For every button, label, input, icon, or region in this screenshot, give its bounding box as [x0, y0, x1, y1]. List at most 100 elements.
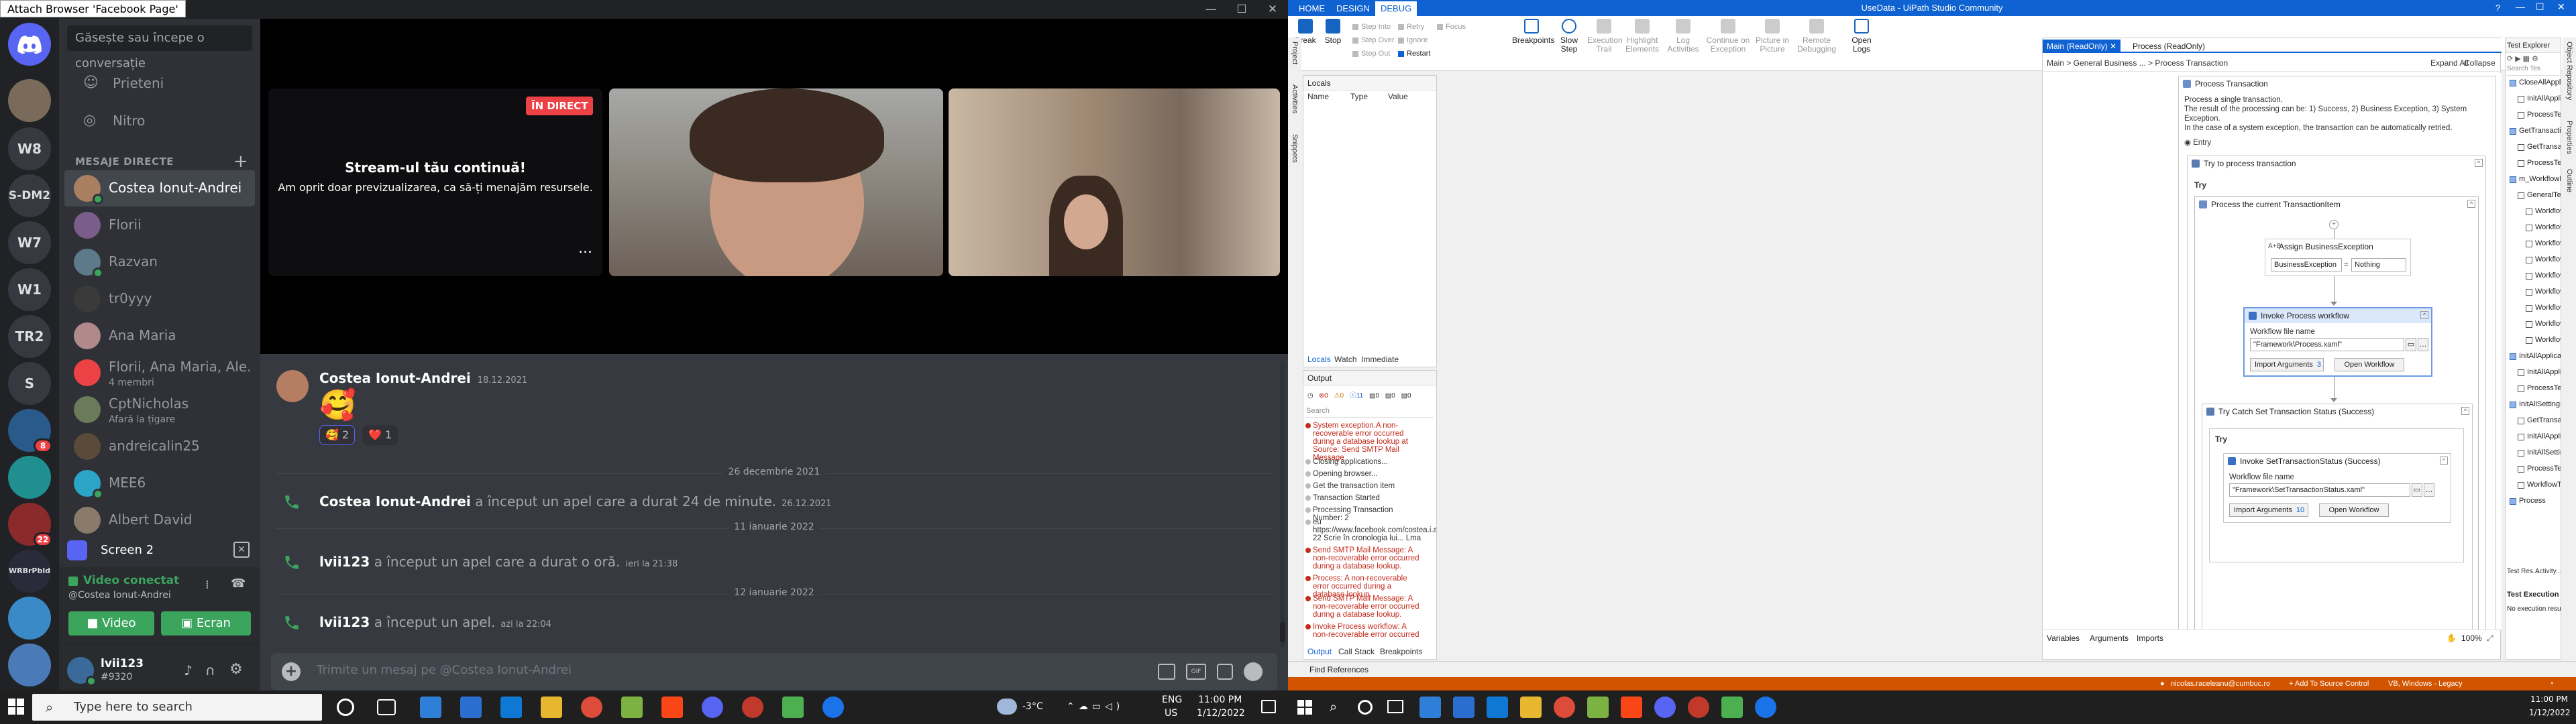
status-environment[interactable]: VB, Windows - Legacy: [2388, 677, 2463, 690]
server-avatar[interactable]: [8, 644, 51, 686]
server-avatar[interactable]: [8, 456, 51, 499]
create-dm-icon[interactable]: +: [233, 152, 248, 172]
activity-process-current-item[interactable]: Process the current TransactionItem ^ + …: [2194, 196, 2479, 629]
log-entry[interactable]: Send SMTP Mail Message: A non-recoverabl…: [1305, 595, 1423, 619]
server-wrbrpbld[interactable]: WRBrPbld: [8, 550, 51, 593]
test-case[interactable]: WorkflowFile: [2524, 272, 2561, 280]
add-source-control[interactable]: + Add To Source Control: [2289, 677, 2369, 690]
outline-side-tab[interactable]: Outline: [2565, 169, 2573, 192]
activities-side-tab[interactable]: Activities: [1291, 84, 1299, 113]
close-tab-icon[interactable]: ✕: [2110, 42, 2116, 51]
test-case[interactable]: InitAllApplications: [2516, 368, 2561, 376]
activity-invoke-set-status[interactable]: Invoke SetTransactionStatus (Success) ^ …: [2223, 453, 2451, 523]
log-entry[interactable]: Send SMTP Mail Message: A non-recoverabl…: [1305, 546, 1423, 570]
help-icon[interactable]: ?: [2496, 3, 2500, 13]
activity-try-catch[interactable]: Try to process transaction ^ Try Process…: [2187, 156, 2486, 629]
locals-col-name[interactable]: Name: [1307, 92, 1329, 101]
restart-button[interactable]: Restart: [1398, 50, 1430, 58]
avatar[interactable]: [276, 370, 309, 402]
fatal-filter[interactable]: ▤0: [1401, 392, 1411, 400]
noise-suppression-icon[interactable]: ⁞: [205, 578, 209, 592]
test-case[interactable]: WorkflowFile: [2524, 223, 2561, 231]
cortana-icon[interactable]: [1358, 700, 1373, 715]
webcam-tile-1[interactable]: [609, 88, 943, 276]
message-input[interactable]: Trimite un mesaj pe @Costea Ionut-Andrei: [317, 663, 572, 677]
collapse-icon[interactable]: ^: [2461, 407, 2469, 415]
stop-stream-icon[interactable]: ✕: [233, 542, 250, 558]
more-options-button[interactable]: …: [2418, 338, 2428, 351]
server-avatar[interactable]: [8, 597, 51, 640]
snippets-side-tab[interactable]: Snippets: [1291, 134, 1299, 163]
status-user[interactable]: nicolas.raceleanu@cumbuc.ro: [2171, 677, 2270, 690]
store-icon[interactable]: [621, 697, 643, 718]
server-avatar[interactable]: [8, 79, 51, 122]
screen-button[interactable]: ▣ Ecran: [161, 611, 251, 636]
test-group[interactable]: Process: [2508, 497, 2546, 505]
test-group[interactable]: GetTransactionData: [2508, 127, 2561, 135]
windows-start-icon[interactable]: [8, 699, 24, 715]
expand-all-link[interactable]: Expand All: [2430, 54, 2469, 72]
emoji-icon[interactable]: [1244, 662, 1263, 681]
remote-debugging-button[interactable]: Remote Debugging: [1795, 19, 1838, 54]
calendar-icon[interactable]: [1453, 697, 1474, 718]
server-avatar[interactable]: 8: [8, 409, 52, 453]
test-case[interactable]: GetTransactionDa: [2516, 416, 2561, 424]
vscode-icon[interactable]: [420, 697, 441, 718]
scrollbar-thumb[interactable]: [1280, 622, 1285, 642]
task-view-icon[interactable]: [377, 699, 396, 715]
project-side-tab[interactable]: Project: [1291, 42, 1299, 64]
locals-col-value[interactable]: Value: [1388, 92, 1408, 101]
test-case[interactable]: WorkflowFile: [2524, 288, 2561, 296]
clock-icon[interactable]: ◷: [1307, 392, 1317, 400]
attach-plus-icon[interactable]: +: [282, 662, 301, 681]
message-composer[interactable]: + Trimite un mesaj pe @Costea Ionut-Andr…: [271, 653, 1277, 690]
object-repository-side-tab[interactable]: Object Repository: [2565, 42, 2573, 100]
app-icon[interactable]: [782, 697, 804, 718]
import-arguments-button[interactable]: Import Arguments 10: [2229, 503, 2308, 517]
edge-icon[interactable]: [1755, 697, 1776, 718]
locals-col-type[interactable]: Type: [1350, 92, 1368, 101]
call-author[interactable]: lvii123: [319, 554, 370, 570]
test-case[interactable]: InitAllApplications: [2516, 432, 2561, 440]
assign-to-field[interactable]: BusinessException: [2271, 258, 2342, 272]
chrome-icon[interactable]: [581, 697, 602, 718]
call-author[interactable]: Costea Ionut-Andrei: [319, 493, 471, 509]
log-activities-button[interactable]: Log Activities: [1665, 19, 1701, 54]
collapse-icon[interactable]: ^: [2420, 311, 2428, 319]
tab-imports[interactable]: Imports: [2137, 630, 2163, 646]
find-references-bar[interactable]: Find References: [1288, 661, 2576, 677]
store-icon[interactable]: [1587, 697, 1609, 718]
tab-arguments[interactable]: Arguments: [2090, 630, 2129, 646]
test-case[interactable]: WorkflowFile: [2524, 255, 2561, 263]
cortana-icon[interactable]: [337, 699, 354, 716]
dm-item[interactable]: Albert David: [64, 502, 255, 538]
reaction-smiling-hearts[interactable]: 🥰 2: [319, 425, 356, 445]
weather-icon[interactable]: [997, 699, 1017, 715]
stream-preview-tile[interactable]: Stream-ul tău continuă! Am oprit doar pr…: [268, 88, 602, 276]
tab-design[interactable]: DESIGN: [1331, 1, 1375, 16]
edge-icon[interactable]: [822, 697, 844, 718]
more-options-button[interactable]: …: [2424, 483, 2434, 497]
minimize-icon[interactable]: —: [1195, 0, 1226, 19]
tab-test-results[interactable]: Test Res...: [2507, 568, 2538, 575]
server-s-dm2[interactable]: S-DM2: [8, 174, 51, 217]
error-filter[interactable]: ⊗0: [1319, 392, 1328, 400]
log-entry[interactable]: Get the transaction item: [1305, 482, 1423, 490]
retry-button[interactable]: Retry: [1398, 23, 1424, 31]
activity-try-catch-success[interactable]: Try Catch Set Transaction Status (Succes…: [2202, 404, 2473, 629]
discord-taskbar-icon[interactable]: [1654, 697, 1676, 718]
vscode-icon[interactable]: [1419, 697, 1441, 718]
warning-filter[interactable]: ⚠0: [1334, 392, 1344, 400]
log-entry[interactable]: Opening browser...: [1305, 470, 1423, 478]
tab-home[interactable]: HOME: [1293, 1, 1330, 16]
log-entry[interactable]: System exception.A non-recoverable error…: [1305, 422, 1423, 462]
dm-item[interactable]: Florii, Ana Maria, Ale... 4 membri: [64, 355, 255, 391]
windows-start-icon[interactable]: [1297, 700, 1312, 715]
message-author[interactable]: Costea Ionut-Andrei 18.12.2021: [319, 370, 527, 386]
highlight-elements-button[interactable]: Highlight Elements: [1623, 19, 1661, 54]
pan-icon[interactable]: ✋: [2447, 630, 2457, 646]
call-author[interactable]: lvii123: [319, 614, 370, 630]
collapse-icon[interactable]: ^: [2475, 159, 2483, 167]
clock-time[interactable]: 11:00 PM: [1198, 695, 1242, 705]
slow-step-button[interactable]: Slow Step: [1555, 19, 1583, 54]
